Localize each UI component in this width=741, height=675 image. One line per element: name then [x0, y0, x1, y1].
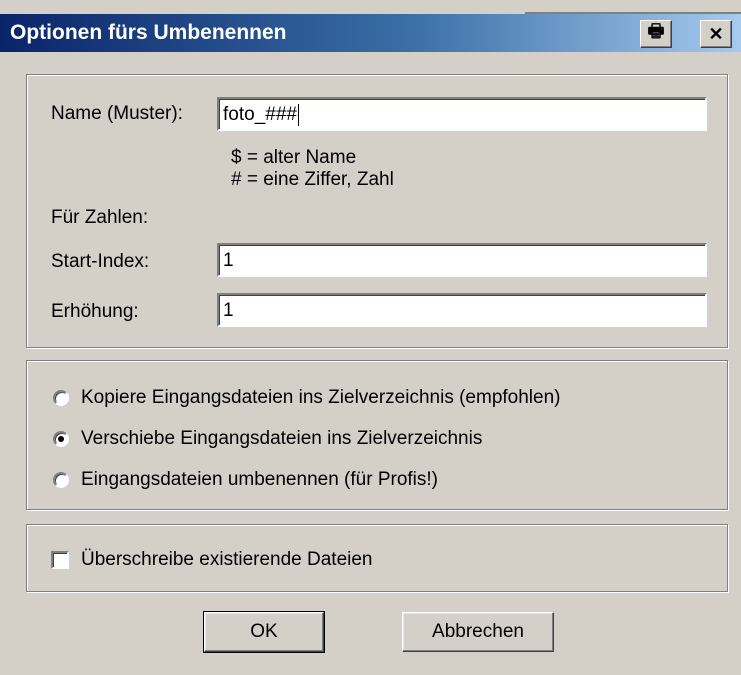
ok-button[interactable]: OK: [203, 611, 325, 653]
cancel-button[interactable]: Abbrechen: [402, 612, 554, 652]
name-pattern-group: Name (Muster): foto_### $ = alter Name #…: [26, 74, 728, 348]
name-pattern-input[interactable]: foto_###: [217, 97, 707, 131]
hint-dollar: $ = alter Name: [231, 147, 357, 168]
overwrite-label: Überschreibe existierende Dateien: [81, 549, 373, 570]
name-label: Name (Muster):: [51, 103, 183, 124]
close-icon[interactable]: ✕: [700, 20, 732, 48]
radio-copy[interactable]: Kopiere Eingangsdateien ins Zielverzeich…: [53, 387, 561, 409]
window-title: Optionen fürs Umbenennen: [10, 21, 287, 44]
radio-rename-label: Eingangsdateien umbenennen (für Profis!): [81, 469, 439, 490]
radio-copy-label: Kopiere Eingangsdateien ins Zielverzeich…: [81, 387, 561, 408]
print-icon[interactable]: 🖶: [640, 20, 672, 48]
file-mode-group: Kopiere Eingangsdateien ins Zielverzeich…: [26, 360, 728, 510]
increment-label: Erhöhung:: [51, 301, 139, 322]
overwrite-option[interactable]: Überschreibe existierende Dateien: [51, 549, 373, 571]
overwrite-group: Überschreibe existierende Dateien: [26, 524, 728, 592]
hint-hash: # = eine Ziffer, Zahl: [231, 169, 394, 190]
radio-rename-indicator[interactable]: [53, 472, 69, 488]
numbers-label: Für Zahlen:: [51, 207, 149, 228]
radio-copy-indicator[interactable]: [53, 390, 69, 406]
start-index-input[interactable]: 1: [217, 243, 707, 277]
window-top-strip: [0, 0, 741, 14]
radio-move-indicator[interactable]: [53, 431, 69, 447]
title-bar: Optionen fürs Umbenennen 🖶 ✕: [0, 14, 741, 52]
overwrite-checkbox[interactable]: [51, 551, 69, 569]
radio-move[interactable]: Verschiebe Eingangsdateien ins Zielverze…: [53, 428, 482, 450]
radio-rename[interactable]: Eingangsdateien umbenennen (für Profis!): [53, 469, 438, 491]
increment-input[interactable]: 1: [217, 293, 707, 327]
start-index-label: Start-Index:: [51, 251, 150, 272]
radio-move-label: Verschiebe Eingangsdateien ins Zielverze…: [81, 428, 483, 449]
